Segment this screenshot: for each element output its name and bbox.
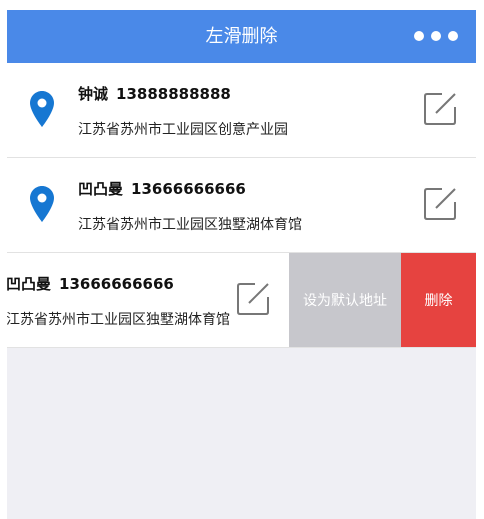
address-row[interactable]: 凹凸曼 13666666666 江苏省苏州市工业园区独墅湖体育馆 [7,158,476,253]
more-dot-icon [431,31,441,41]
contact-phone: 13666666666 [131,180,246,198]
address-text: 江苏省苏州市工业园区创意产业园 [78,122,288,138]
address-list: 钟诚 13888888888 江苏省苏州市工业园区创意产业园 凹凸曼 1366666… [7,63,476,348]
contact-phone: 13666666666 [59,275,174,293]
nav-bar: 左滑删除 [7,10,476,63]
more-button[interactable] [414,26,458,46]
contact-line: 钟诚 13888888888 [78,83,231,104]
page-title: 左滑删除 [205,26,278,47]
contact-line: 凹凸曼 13666666666 [78,178,246,199]
location-pin-icon [30,91,54,127]
contact-name: 凹凸曼 [7,275,52,293]
edit-icon[interactable] [422,91,458,127]
address-row-content[interactable]: 凹凸曼 13666666666 江苏省苏州市工业园区独墅湖体育馆 [7,158,476,252]
contact-phone: 13888888888 [116,85,231,103]
address-text: 江苏省苏州市工业园区独墅湖体育馆 [7,312,230,328]
address-row-swiped[interactable]: 凹凸曼 13666666666 江苏省苏州市工业园区独墅湖体育馆 设为默认地址 删… [7,253,476,348]
delete-button[interactable]: 删除 [401,253,476,347]
edit-icon[interactable] [235,281,271,317]
contact-name: 钟诚 [78,85,109,103]
edit-icon[interactable] [422,186,458,222]
address-row-content[interactable]: 钟诚 13888888888 江苏省苏州市工业园区创意产业园 [7,63,476,157]
app-frame: 左滑删除 钟诚 13888888888 江苏省苏州市工业园区创意产业园 凹凸曼 … [7,10,476,519]
more-dot-icon [414,31,424,41]
location-pin-icon [30,186,54,222]
address-text: 江苏省苏州市工业园区独墅湖体育馆 [78,217,302,233]
address-row[interactable]: 钟诚 13888888888 江苏省苏州市工业园区创意产业园 [7,63,476,158]
contact-line: 凹凸曼 13666666666 [7,273,174,294]
more-dot-icon [448,31,458,41]
set-default-button[interactable]: 设为默认地址 [289,253,401,347]
contact-name: 凹凸曼 [78,180,124,198]
